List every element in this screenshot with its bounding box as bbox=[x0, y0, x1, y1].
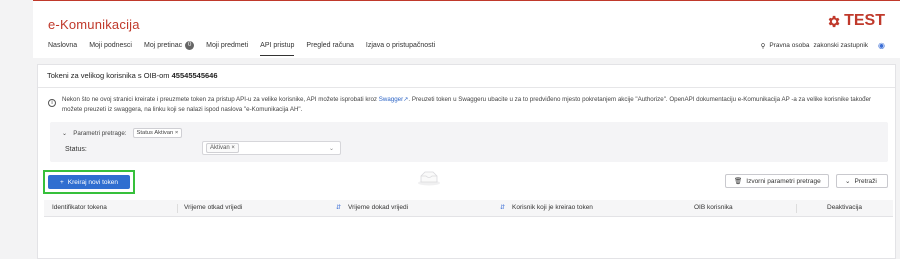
nav-item-moji-predmeti[interactable]: Moji predmeti bbox=[206, 41, 248, 56]
trash-icon: 🗑 bbox=[734, 178, 743, 185]
environment-badge: TEST bbox=[826, 12, 885, 30]
chevron-down-icon: ⌄ bbox=[328, 146, 334, 152]
filter-header[interactable]: ⌄ Parametri pretrage: Status Aktivan × bbox=[62, 128, 183, 138]
status-label: Status: bbox=[65, 146, 87, 153]
table-header: Identifikator tokena Vrijeme otkad vrije… bbox=[44, 200, 893, 217]
top-header: e-Komunikacija TEST Naslovna Moji podnes… bbox=[33, 0, 900, 58]
info-text: Nekon što ne ovoj stranici kreirate i pr… bbox=[62, 96, 872, 113]
nav-item-izjava-o-pristupacnosti[interactable]: Izjava o pristupačnosti bbox=[366, 41, 435, 56]
empty-box-icon bbox=[418, 171, 440, 186]
environment-badge-label: TEST bbox=[844, 12, 885, 29]
create-button-highlight: + Kreiraj novi token bbox=[43, 170, 135, 194]
page-title: Tokeni za velikog korisnika s OIB-om 455… bbox=[47, 71, 218, 80]
column-header[interactable]: OIB korisnika bbox=[694, 204, 733, 211]
tokens-card: Tokeni za velikog korisnika s OIB-om 455… bbox=[37, 64, 896, 259]
inbox-count-badge: 0 bbox=[185, 41, 195, 50]
main-nav: Naslovna Moji podnesci Moj pretinac 0 Moj… bbox=[48, 41, 435, 56]
column-separator bbox=[177, 204, 178, 213]
plus-icon: + bbox=[59, 178, 64, 186]
active-filter-chip[interactable]: Status Aktivan × bbox=[132, 128, 183, 138]
sort-icon[interactable]: ⇵ bbox=[500, 204, 505, 211]
column-header[interactable]: Vrijeme otkad vrijedi bbox=[184, 204, 242, 211]
app-title[interactable]: e-Komunikacija bbox=[48, 17, 140, 32]
nav-item-pregled-racuna[interactable]: Pregled računa bbox=[306, 41, 353, 56]
globe-icon[interactable]: ◉ bbox=[878, 41, 885, 50]
swagger-link[interactable]: Swagger bbox=[379, 96, 403, 103]
column-separator bbox=[796, 204, 797, 213]
divider bbox=[38, 87, 895, 88]
info-notice: i Nekon što ne ovoj stranici kreirate i … bbox=[48, 95, 888, 114]
chevron-down-icon[interactable]: ⌄ bbox=[62, 130, 67, 137]
nav-item-moji-podnesci[interactable]: Moji podnesci bbox=[89, 41, 132, 56]
status-select[interactable]: Aktivan × ⌄ bbox=[202, 141, 341, 155]
reset-search-button[interactable]: 🗑 Izvorni parametri pretrage bbox=[725, 174, 829, 188]
column-header[interactable]: Vrijeme dokad vrijedi bbox=[348, 204, 408, 211]
column-header[interactable]: Deaktivacija bbox=[827, 204, 862, 211]
nav-item-moj-pretinac[interactable]: Moj pretinac 0 bbox=[144, 41, 195, 56]
user-name: zakonski zastupnik bbox=[813, 42, 869, 49]
info-icon: i bbox=[48, 99, 56, 107]
search-filter-panel: ⌄ Parametri pretrage: Status Aktivan × S… bbox=[50, 122, 888, 162]
filter-header-label: Parametri pretrage: bbox=[73, 129, 127, 137]
search-icon: ⌄ bbox=[845, 178, 851, 185]
user-role: Pravna osoba bbox=[769, 42, 810, 49]
user-menu[interactable]: ⚲ Pravna osoba zakonski zastupnik ◉ bbox=[761, 41, 885, 50]
column-header[interactable]: Identifikator tokena bbox=[52, 204, 107, 211]
nav-item-api-pristup[interactable]: API pristup bbox=[260, 41, 295, 56]
oib-value: 45545545646 bbox=[171, 71, 218, 80]
sort-icon[interactable]: ⇵ bbox=[336, 204, 341, 211]
status-tag[interactable]: Aktivan × bbox=[206, 143, 239, 153]
user-icon: ⚲ bbox=[760, 42, 766, 50]
column-header[interactable]: Korisnik koji je kreirao token bbox=[512, 204, 593, 211]
create-token-button[interactable]: + Kreiraj novi token bbox=[48, 175, 130, 189]
nav-item-naslovna[interactable]: Naslovna bbox=[48, 41, 77, 56]
search-button[interactable]: ⌄ Pretraži bbox=[836, 174, 888, 188]
gear-icon bbox=[828, 15, 840, 27]
